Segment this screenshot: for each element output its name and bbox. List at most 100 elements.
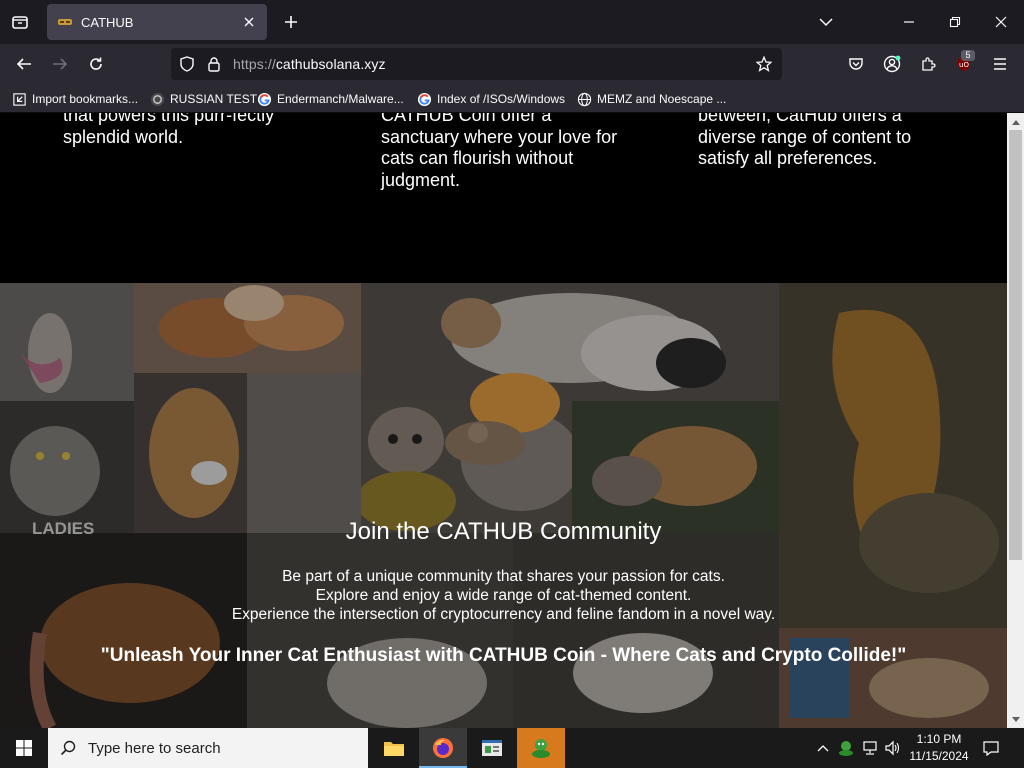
taskbar-file-explorer[interactable] bbox=[370, 728, 418, 768]
taskbar-app-window[interactable] bbox=[468, 728, 516, 768]
url-text[interactable]: https://cathubsolana.xyz bbox=[233, 56, 386, 72]
restore-button[interactable] bbox=[941, 8, 969, 36]
tab-cathub[interactable]: CATHUB bbox=[47, 4, 267, 40]
minimize-icon bbox=[904, 21, 914, 23]
scrollbar-thumb[interactable] bbox=[1009, 130, 1022, 560]
extension-count-badge: 5 bbox=[961, 50, 975, 61]
scroll-up-icon bbox=[1011, 119, 1020, 125]
speaker-icon bbox=[885, 740, 900, 756]
cathub-favicon-icon bbox=[58, 19, 72, 25]
url-bar[interactable]: https://cathubsolana.xyz bbox=[171, 48, 782, 80]
chevron-down-icon bbox=[819, 18, 833, 27]
feature-3-line: diverse range of content to bbox=[698, 126, 912, 147]
account-button[interactable] bbox=[878, 50, 906, 78]
page-viewport: that powers this purr-fectly splendid wo… bbox=[0, 113, 1007, 728]
import-icon bbox=[13, 92, 26, 106]
bookmark-import[interactable]: Import bookmarks... bbox=[12, 90, 138, 108]
feature-1-partial-line: that powers this purr-fectly bbox=[63, 113, 275, 125]
puzzle-icon bbox=[922, 57, 936, 71]
browser-tab-bar: CATHUB bbox=[0, 0, 1024, 44]
google-icon bbox=[417, 92, 432, 106]
feature-3-line: satisfy all preferences. bbox=[698, 148, 878, 168]
restore-icon bbox=[949, 16, 961, 28]
bookmark-endermanch[interactable]: Endermanch/Malware... bbox=[257, 90, 404, 108]
network-icon bbox=[863, 741, 877, 755]
feature-2-line: sanctuary where your love for bbox=[381, 126, 618, 147]
folder-icon bbox=[384, 742, 404, 756]
community-quote: "Unleash Your Inner Cat Enthusiast with … bbox=[100, 645, 907, 666]
new-tab-button[interactable] bbox=[278, 9, 304, 35]
search-icon bbox=[60, 740, 76, 756]
tab-close-icon[interactable] bbox=[241, 14, 257, 30]
windows-taskbar: Type here to search 1:10 PM 11/15/2024 bbox=[0, 728, 1024, 768]
svg-text:uO: uO bbox=[959, 61, 969, 69]
community-line: Experience the intersection of cryptocur… bbox=[231, 606, 776, 623]
start-button[interactable] bbox=[0, 728, 48, 768]
arrow-right-icon bbox=[53, 58, 68, 70]
clock-time: 1:10 PM bbox=[916, 732, 962, 746]
star-icon[interactable] bbox=[756, 56, 772, 72]
forward-button[interactable] bbox=[46, 50, 74, 78]
clock-date: 11/15/2024 bbox=[909, 749, 969, 763]
features-section: that powers this purr-fectly splendid wo… bbox=[0, 113, 1007, 283]
tray-app-icon[interactable] bbox=[836, 738, 856, 758]
tray-network[interactable] bbox=[860, 738, 880, 758]
reload-button[interactable] bbox=[82, 50, 110, 78]
tray-overflow-button[interactable] bbox=[813, 738, 833, 758]
hamburger-menu-icon bbox=[994, 58, 1006, 70]
windows-logo-icon bbox=[16, 740, 32, 756]
scroll-down-icon bbox=[1011, 716, 1020, 722]
feature-3-partial-line: between, CatHub offers a bbox=[698, 113, 902, 125]
scroll-down-button[interactable] bbox=[1007, 711, 1024, 728]
action-center-button[interactable] bbox=[981, 738, 1001, 758]
close-icon bbox=[995, 16, 1007, 28]
app-window-icon bbox=[482, 740, 502, 756]
feature-column-1: that powers this purr-fectly splendid wo… bbox=[63, 113, 343, 148]
feature-2-partial-line: CATHUB Coin offer a bbox=[381, 113, 552, 125]
extensions-button[interactable] bbox=[914, 50, 942, 78]
back-button[interactable] bbox=[10, 50, 38, 78]
bookmark-isos-windows[interactable]: Index of /ISOs/Windows bbox=[417, 90, 565, 108]
tab-list-button[interactable] bbox=[6, 8, 34, 36]
account-icon bbox=[883, 55, 901, 73]
feature-column-3: between, CatHub offers a diverse range o… bbox=[698, 113, 958, 170]
pocket-button[interactable] bbox=[842, 50, 870, 78]
feature-2-line: cats can flourish without bbox=[381, 148, 574, 168]
plus-icon bbox=[285, 16, 297, 28]
feature-column-2: CATHUB Coin offer a sanctuary where your… bbox=[381, 113, 641, 191]
list-all-tabs-button[interactable] bbox=[812, 8, 840, 36]
bookmarks-toolbar: Import bookmarks... RUSSIAN TEST Enderma… bbox=[0, 84, 1024, 113]
community-line: Be part of a unique community that share… bbox=[282, 568, 725, 585]
tray-volume[interactable] bbox=[883, 738, 903, 758]
site-icon bbox=[150, 92, 165, 106]
close-window-button[interactable] bbox=[987, 8, 1015, 36]
green-app-icon bbox=[839, 741, 853, 756]
tab-title: CATHUB bbox=[81, 14, 134, 30]
community-title: Join the CATHUB Community bbox=[345, 518, 662, 545]
minimize-button[interactable] bbox=[895, 8, 923, 36]
bookmark-memz[interactable]: MEMZ and Noescape ... bbox=[577, 90, 726, 108]
globe-icon bbox=[577, 92, 592, 106]
chevron-up-icon bbox=[817, 745, 829, 752]
bookmark-russian-test[interactable]: RUSSIAN TEST bbox=[150, 90, 257, 108]
pocket-icon bbox=[849, 58, 863, 70]
firefox-icon bbox=[433, 738, 453, 758]
community-line: Explore and enjoy a wide range of cat-th… bbox=[315, 587, 692, 604]
feature-2-line: judgment. bbox=[381, 169, 461, 190]
shield-icon[interactable] bbox=[179, 56, 195, 72]
lock-icon[interactable] bbox=[206, 56, 222, 72]
arrow-left-icon bbox=[16, 58, 31, 70]
search-placeholder: Type here to search bbox=[88, 739, 221, 757]
menu-button[interactable] bbox=[986, 50, 1014, 78]
google-icon bbox=[257, 92, 272, 106]
notification-icon bbox=[983, 741, 999, 756]
browser-nav-bar: https://cathubsolana.xyz uO bbox=[0, 44, 1024, 84]
tab-list-icon bbox=[12, 16, 28, 29]
taskbar-game-app[interactable] bbox=[517, 728, 565, 768]
taskbar-clock[interactable]: 1:10 PM 11/15/2024 bbox=[906, 731, 972, 765]
taskbar-firefox[interactable] bbox=[419, 728, 467, 768]
taskbar-search-box[interactable]: Type here to search bbox=[48, 728, 368, 768]
reload-icon bbox=[90, 57, 102, 70]
scroll-up-button[interactable] bbox=[1007, 113, 1024, 130]
feature-1-line: splendid world. bbox=[63, 126, 184, 147]
